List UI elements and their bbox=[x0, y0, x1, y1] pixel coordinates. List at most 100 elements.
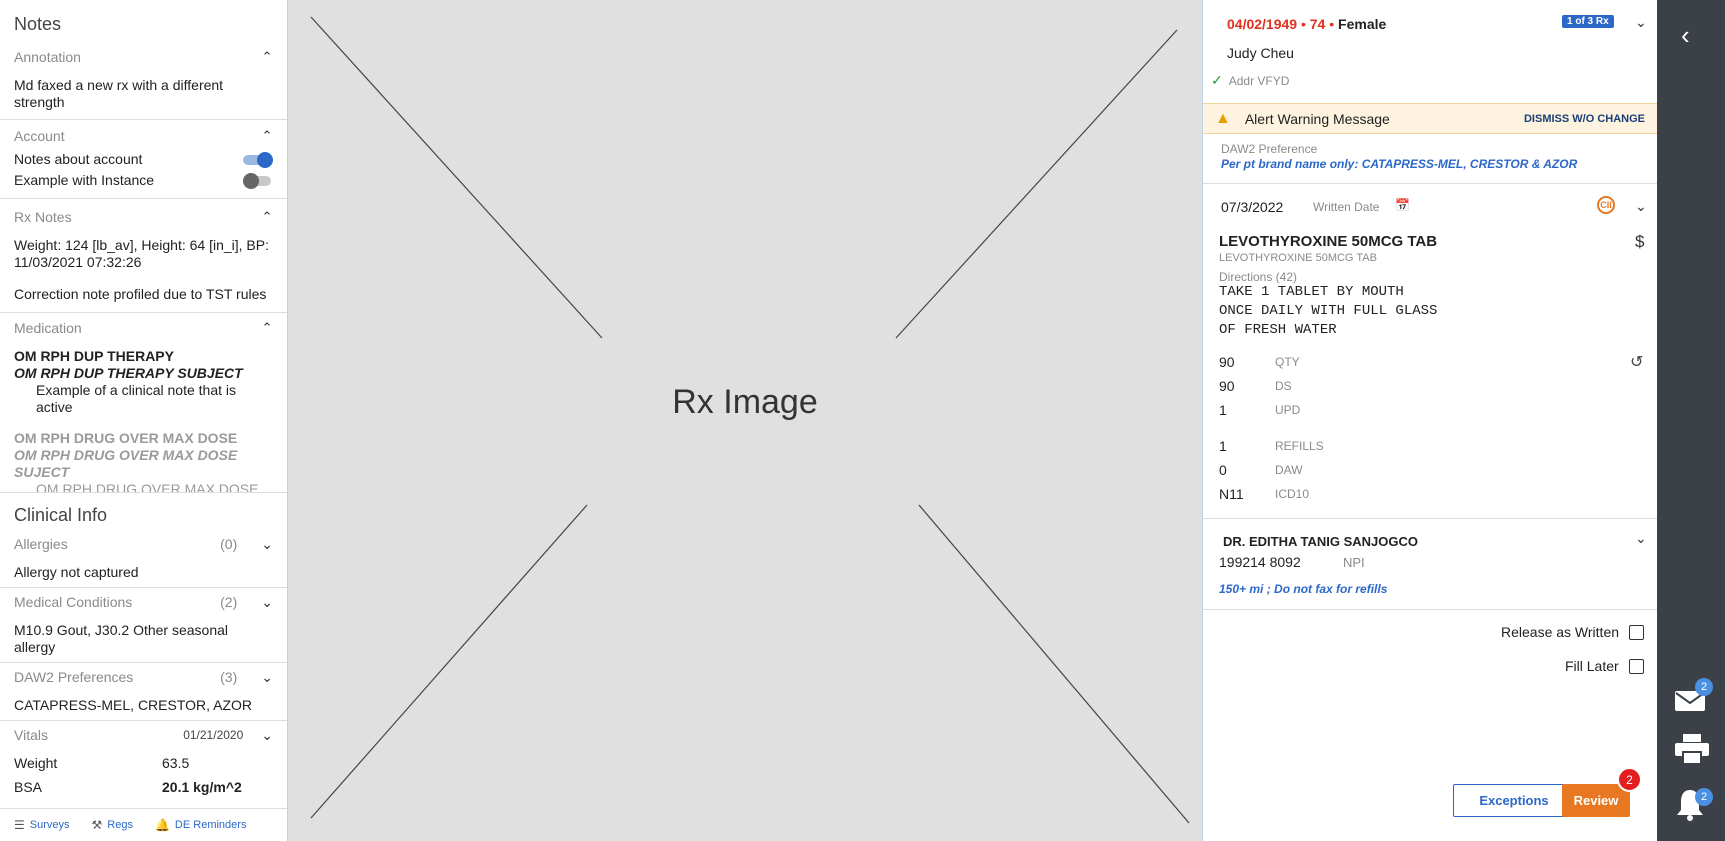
icd10-value: N11 bbox=[1219, 486, 1244, 502]
dollar-icon[interactable]: $ bbox=[1635, 232, 1644, 252]
vitals-bsa-value: 20.1 kg/m^2 bbox=[162, 779, 242, 795]
chevron-down-icon[interactable]: ⌄ bbox=[261, 727, 273, 744]
chevron-up-icon[interactable]: ⌃ bbox=[261, 210, 273, 223]
app: Notes Annotation ⌃ Md faxed a new rx wit… bbox=[0, 0, 1725, 841]
patient-sex: Female bbox=[1338, 16, 1387, 32]
side-rail: ‹ 2 2 bbox=[1657, 0, 1725, 841]
fill-later-option[interactable]: Fill Later bbox=[1565, 658, 1644, 674]
med-note-1-subject: OM RPH DUP THERAPY SUBJECT bbox=[14, 365, 243, 381]
alert-text: Alert Warning Message bbox=[1244, 110, 1390, 127]
qty-label: QTY bbox=[1275, 355, 1300, 369]
chevron-down-icon[interactable]: ⌄ bbox=[261, 536, 273, 553]
rx-count-badge: 1 of 3 Rx bbox=[1562, 15, 1614, 28]
vitals-bsa-label: BSA bbox=[14, 779, 43, 795]
chevron-down-icon[interactable]: ⌄ bbox=[1635, 14, 1647, 31]
check-icon: ✓ bbox=[1211, 72, 1223, 88]
daw2-pref-header[interactable]: DAW2 Preferences (3) ⌄ bbox=[0, 663, 287, 691]
chevron-left-icon[interactable]: ‹ bbox=[1681, 20, 1690, 51]
medication-header[interactable]: Medication ⌃ bbox=[0, 316, 287, 340]
vitals-weight-value: 63.5 bbox=[162, 755, 190, 771]
qty-value: 90 bbox=[1219, 354, 1235, 370]
regs-label: Regs bbox=[107, 819, 133, 831]
qty-row: 90 QTY bbox=[1219, 354, 1300, 370]
drug-subtitle: LEVOTHYROXINE 50MCG TAB bbox=[1219, 252, 1377, 264]
notes-section[interactable]: Notes Annotation ⌃ Md faxed a new rx wit… bbox=[0, 0, 287, 492]
account-note-toggle[interactable] bbox=[243, 151, 273, 168]
directions-line-2: ONCE DAILY WITH FULL GLASS bbox=[1219, 303, 1438, 319]
med-note-2-text: OM RPH DRUG OVER MAX DOSE bbox=[36, 481, 259, 492]
de-reminders-link[interactable]: 🔔 DE Reminders bbox=[155, 818, 246, 832]
release-as-written-checkbox[interactable] bbox=[1629, 624, 1645, 640]
fill-later-checkbox[interactable] bbox=[1628, 658, 1644, 674]
surveys-link[interactable]: ☰ Surveys bbox=[14, 818, 70, 832]
chevron-up-icon[interactable]: ⌃ bbox=[261, 50, 273, 63]
rx-notes-header[interactable]: Rx Notes ⌃ bbox=[0, 205, 287, 229]
chevron-down-icon[interactable]: ⌄ bbox=[1635, 198, 1647, 215]
allergies-text: Allergy not captured bbox=[14, 564, 139, 580]
upd-label: UPD bbox=[1275, 403, 1301, 417]
alert-warning-bar: ▲ Alert Warning Message DISMISS W/O CHAN… bbox=[1203, 103, 1657, 134]
upd-row: 1 UPD bbox=[1219, 402, 1300, 418]
fill-later-label: Fill Later bbox=[1565, 658, 1619, 674]
release-as-written-option[interactable]: Release as Written bbox=[1501, 624, 1645, 640]
refills-label: REFILLS bbox=[1275, 439, 1324, 453]
address-verified-label: Addr VFYD bbox=[1228, 73, 1290, 88]
ds-label: DS bbox=[1275, 379, 1292, 393]
review-button[interactable]: Review bbox=[1562, 784, 1630, 817]
prescriber-name: DR. EDITHA TANIG SANJOGCO bbox=[1223, 534, 1419, 549]
left-footer: ☰ Surveys ⚒ Regs 🔔 DE Reminders bbox=[0, 808, 287, 841]
chevron-up-icon[interactable]: ⌃ bbox=[261, 321, 273, 334]
med-note-1-text: Example of a clinical note that is activ… bbox=[36, 382, 236, 415]
chevron-down-icon[interactable]: ⌄ bbox=[261, 594, 273, 611]
printer-icon bbox=[1675, 734, 1709, 765]
daw-label: DAW bbox=[1275, 463, 1303, 477]
chevron-down-icon[interactable]: ⌄ bbox=[1635, 530, 1647, 547]
instance-note-label: Example with Instance bbox=[14, 171, 155, 188]
instance-note-toggle[interactable] bbox=[243, 172, 273, 189]
drug-name: LEVOTHYROXINE 50MCG TAB bbox=[1219, 233, 1438, 250]
dismiss-button[interactable]: DISMISS W/O CHANGE bbox=[1524, 113, 1645, 125]
refills-row: 1 REFILLS bbox=[1219, 438, 1324, 454]
rx-image-viewer[interactable]: Rx Image bbox=[288, 0, 1202, 841]
surveys-label: Surveys bbox=[29, 819, 70, 831]
conditions-header[interactable]: Medical Conditions (2) ⌄ bbox=[0, 588, 287, 616]
directions-label: Directions (42) bbox=[1219, 270, 1298, 284]
calendar-icon[interactable]: 📅 bbox=[1395, 198, 1410, 212]
annotation-text: Md faxed a new rx with a different stren… bbox=[14, 77, 224, 110]
med-note-2-subject: OM RPH DRUG OVER MAX DOSE SUJECT bbox=[14, 447, 238, 480]
chevron-down-icon[interactable]: ⌄ bbox=[261, 669, 273, 686]
chevron-up-icon[interactable]: ⌃ bbox=[261, 129, 273, 142]
print-button[interactable] bbox=[1675, 734, 1709, 769]
clinical-info-title: Clinical Info bbox=[14, 505, 108, 525]
vitals-date: 01/21/2020 bbox=[183, 728, 244, 742]
exceptions-button[interactable]: Exceptions bbox=[1453, 784, 1575, 817]
directions-text: TAKE 1 TABLET BY MOUTH ONCE DAILY WITH F… bbox=[1219, 283, 1437, 340]
notification-count-badge: 2 bbox=[1695, 788, 1713, 806]
prescriber-note: 150+ mi ; Do not fax for refills bbox=[1219, 582, 1388, 596]
annotation-header[interactable]: Annotation ⌃ bbox=[0, 45, 287, 69]
upd-value: 1 bbox=[1219, 402, 1227, 418]
conditions-text: M10.9 Gout, J30.2 Other seasonal allergy bbox=[14, 622, 229, 655]
regs-link[interactable]: ⚒ Regs bbox=[92, 818, 133, 832]
controlled-substance-icon: CII bbox=[1597, 196, 1615, 214]
allergies-header[interactable]: Allergies (0) ⌄ bbox=[0, 530, 287, 558]
med-note-2-title: OM RPH DRUG OVER MAX DOSE bbox=[14, 430, 238, 446]
ds-value: 90 bbox=[1219, 378, 1235, 394]
reset-icon[interactable]: ↺ bbox=[1630, 352, 1643, 372]
account-header[interactable]: Account ⌃ bbox=[0, 124, 287, 148]
icd10-label: ICD10 bbox=[1275, 487, 1310, 501]
gavel-icon: ⚒ bbox=[91, 818, 103, 832]
vitals-header[interactable]: Vitals 01/21/2020 ⌄ bbox=[0, 721, 287, 749]
account-note-label: Notes about account bbox=[14, 150, 143, 167]
daw2-pref-text: CATAPRESS-MEL, CRESTOR, AZOR bbox=[14, 697, 253, 713]
review-count-badge: 2 bbox=[1617, 767, 1642, 792]
account-note-row: Notes about account bbox=[0, 148, 287, 169]
vitals-bsa-row: BSA 20.1 kg/m^2 bbox=[0, 775, 287, 799]
medication-label: Medication bbox=[14, 320, 82, 336]
rx-detail-panel: 04/02/1949 • 74 • Female 1 of 3 Rx ⌄ Jud… bbox=[1202, 0, 1657, 841]
allergies-label: Allergies bbox=[14, 536, 68, 552]
vitals-weight-row: Weight 63.5 bbox=[0, 751, 287, 775]
vitals-weight-label: Weight bbox=[14, 755, 58, 771]
release-as-written-label: Release as Written bbox=[1501, 624, 1620, 640]
patient-age: 74 bbox=[1309, 16, 1326, 32]
